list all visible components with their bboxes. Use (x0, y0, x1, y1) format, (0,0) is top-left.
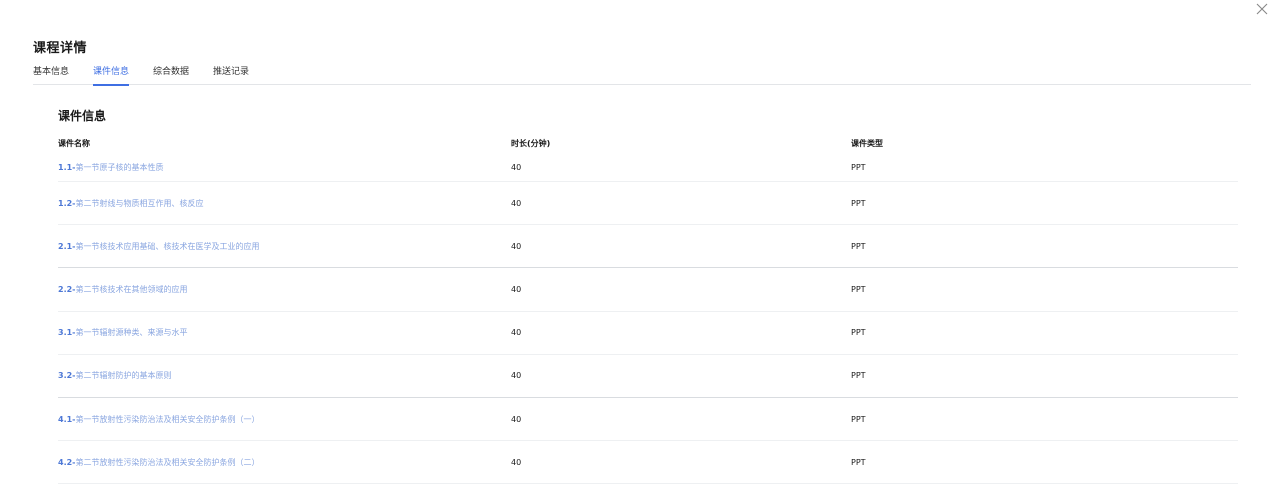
courseware-link[interactable]: 1.1-第一节原子核的基本性质 (58, 162, 511, 173)
duration-cell: 40 (511, 241, 522, 251)
page-title: 课程详情 (33, 41, 88, 56)
courseware-link[interactable]: 2.2-第二节核技术在其他领域的应用 (58, 284, 511, 295)
duration-cell: 40 (511, 457, 522, 467)
courseware-link[interactable]: 2.1-第一节核技术应用基础、核技术在医学及工业的应用 (58, 241, 511, 252)
tab-bar: 基本信息 课件信息 综合数据 推送记录 (33, 63, 1251, 86)
header-duration: 时长(分钟) (511, 139, 551, 148)
courseware-table: 课件名称 时长(分钟) 课件类型 1.1-第一节原子核的基本性质 40 PPT … (58, 133, 1238, 485)
table-row: 3.1-第一节辐射源种类、来源与水平 40 PPT (58, 312, 1238, 355)
type-cell: PPT (851, 371, 866, 381)
tab-courseware-info[interactable]: 课件信息 (93, 63, 130, 86)
duration-cell: 40 (511, 328, 522, 338)
type-cell: PPT (851, 284, 866, 294)
duration-cell: 40 (511, 163, 522, 172)
table-row: 1.2-第二节射线与物质相互作用、核反应 40 PPT (58, 182, 1238, 226)
type-cell: PPT (851, 414, 866, 424)
table-row: 4.2-第二节放射性污染防治法及相关安全防护条例（二） 40 PPT (58, 441, 1238, 485)
course-detail-dialog: 课程详情 基本信息 课件信息 综合数据 推送记录 课件信息 课件名称 时长(分钟… (0, 0, 1280, 486)
duration-cell: 40 (511, 198, 522, 208)
header-type: 课件类型 (851, 139, 883, 148)
courseware-link[interactable]: 1.2-第二节射线与物质相互作用、核反应 (58, 198, 511, 209)
tab-basic-info[interactable]: 基本信息 (33, 63, 69, 85)
table-header: 课件名称 时长(分钟) 课件类型 (58, 133, 1238, 154)
type-cell: PPT (851, 241, 866, 251)
courseware-link[interactable]: 4.1-第一节放射性污染防治法及相关安全防护条例（一） (58, 414, 511, 425)
tab-comprehensive-data[interactable]: 综合数据 (153, 63, 189, 85)
duration-cell: 40 (511, 284, 522, 294)
table-row: 1.1-第一节原子核的基本性质 40 PPT (58, 154, 1238, 182)
table-row: 2.1-第一节核技术应用基础、核技术在医学及工业的应用 40 PPT (58, 225, 1238, 269)
section-title: 课件信息 (58, 109, 107, 123)
type-cell: PPT (851, 328, 866, 338)
tab-push-records[interactable]: 推送记录 (213, 63, 249, 85)
courseware-link[interactable]: 3.2-第二节辐射防护的基本原则 (58, 370, 511, 381)
courseware-link[interactable]: 4.2-第二节放射性污染防治法及相关安全防护条例（二） (58, 457, 511, 468)
duration-cell: 40 (511, 371, 522, 381)
close-icon (1256, 3, 1268, 15)
type-cell: PPT (851, 198, 866, 208)
table-row: 4.1-第一节放射性污染防治法及相关安全防护条例（一） 40 PPT (58, 398, 1238, 442)
table-row: 3.2-第二节辐射防护的基本原则 40 PPT (58, 355, 1238, 398)
header-name: 课件名称 (58, 139, 90, 148)
type-cell: PPT (851, 457, 866, 467)
courseware-link[interactable]: 3.1-第一节辐射源种类、来源与水平 (58, 327, 511, 338)
table-row: 2.2-第二节核技术在其他领域的应用 40 PPT (58, 268, 1238, 312)
type-cell: PPT (851, 163, 866, 172)
duration-cell: 40 (511, 414, 522, 424)
close-button[interactable] (1254, 1, 1270, 17)
